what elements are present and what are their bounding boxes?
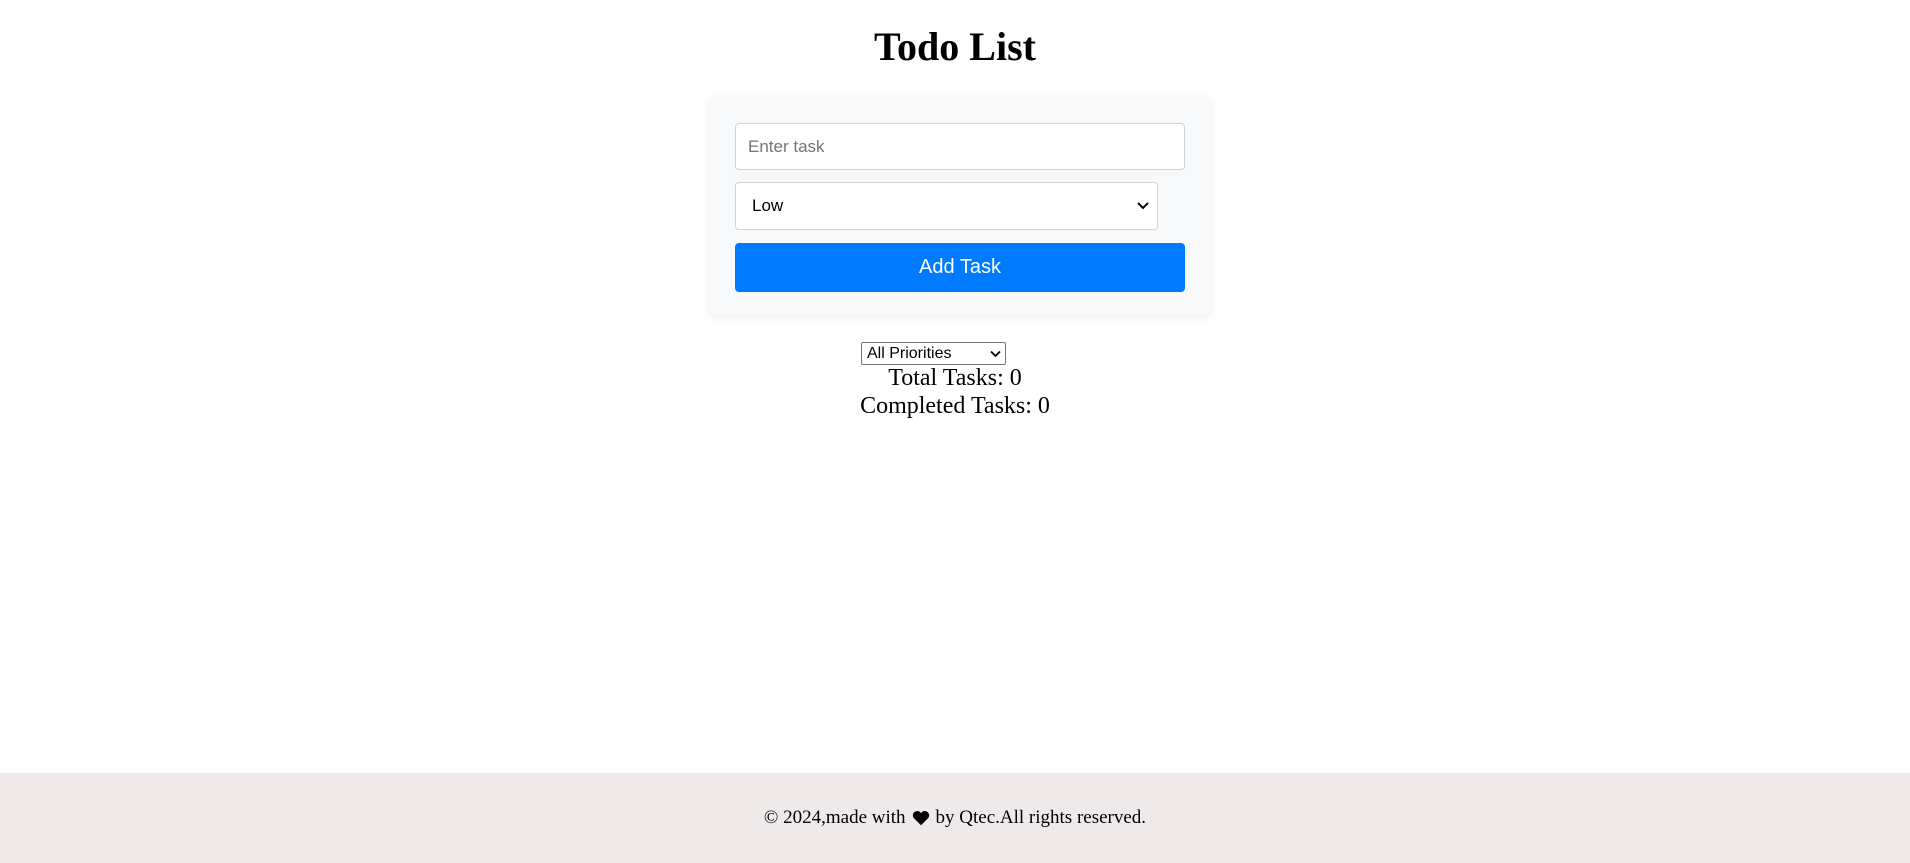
filter-selected-value: All Priorities	[867, 344, 952, 362]
add-task-button[interactable]: Add Task	[735, 243, 1185, 292]
page-title: Todo List	[874, 24, 1036, 69]
heart-icon	[912, 811, 929, 826]
chevron-down-icon	[990, 350, 1001, 357]
task-stats: Total Tasks: 0 Completed Tasks: 0	[0, 364, 1910, 420]
add-task-card: Low Add Task	[709, 97, 1211, 315]
task-input[interactable]	[735, 123, 1185, 170]
priority-filter-select[interactable]: All Priorities	[861, 342, 1006, 365]
footer-suffix: by Qtec.All rights reserved.	[935, 807, 1147, 828]
priority-select[interactable]: Low	[735, 182, 1158, 230]
page: Todo List Low Add Task All Priorities To…	[0, 0, 1910, 863]
footer: © 2024,made with by Qtec.All rights rese…	[0, 773, 1910, 863]
footer-prefix: © 2024,made with	[763, 807, 906, 828]
chevron-down-icon	[1137, 202, 1149, 210]
total-tasks-count: Total Tasks: 0	[888, 365, 1022, 391]
completed-tasks-count: Completed Tasks: 0	[860, 393, 1050, 419]
priority-selected-value: Low	[752, 196, 784, 215]
